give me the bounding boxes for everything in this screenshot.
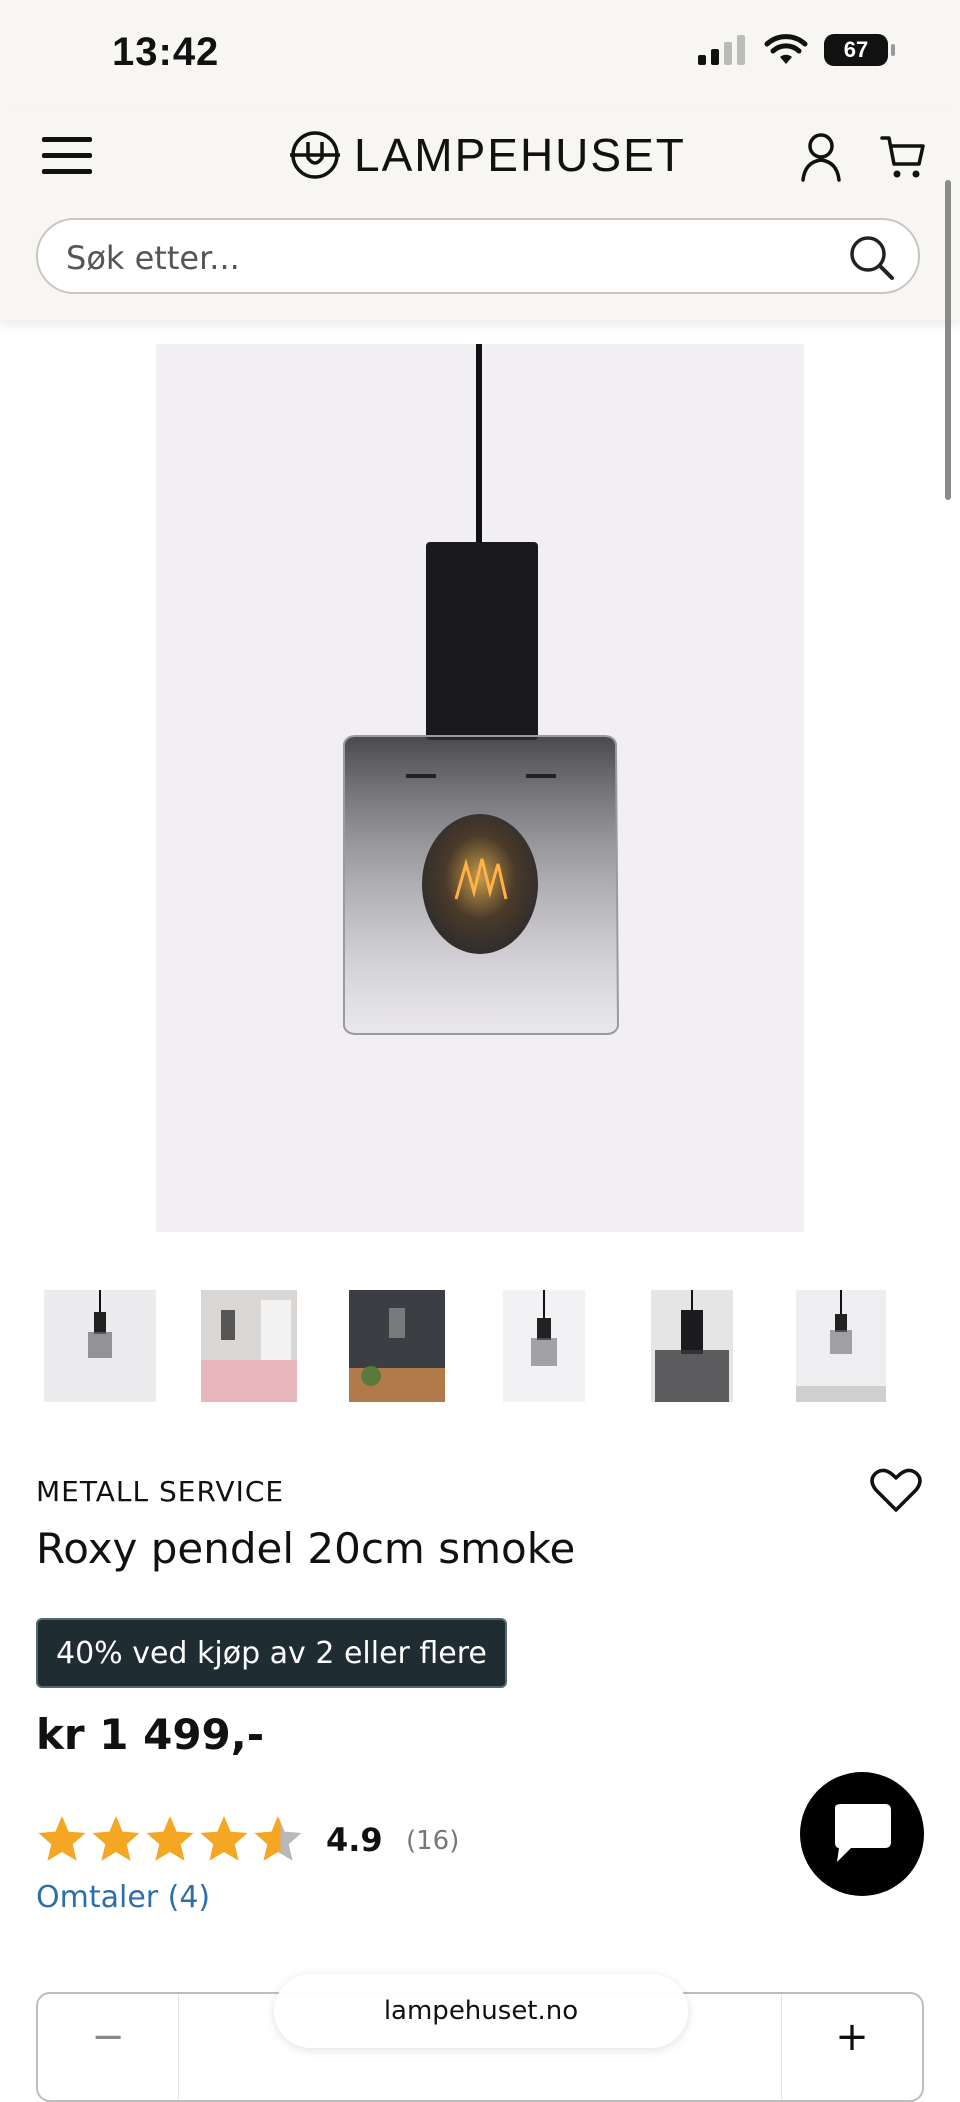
thumbnail-2[interactable] xyxy=(201,1290,297,1402)
half-star-icon xyxy=(254,1816,302,1861)
rating-count: (16) xyxy=(406,1826,460,1856)
chat-button[interactable] xyxy=(800,1772,924,1896)
reviews-link[interactable]: Omtaler (4) xyxy=(36,1880,210,1915)
thumbnail-4[interactable] xyxy=(503,1290,585,1402)
thumbnail-5[interactable] xyxy=(651,1290,733,1402)
star-icon xyxy=(38,1816,86,1861)
star-icon xyxy=(92,1816,140,1861)
thumbnail-1[interactable] xyxy=(44,1290,156,1402)
logo-text: LAMPEHUSET xyxy=(354,129,686,181)
status-bar: 13:42 67 xyxy=(0,0,960,112)
thumbnail-6[interactable] xyxy=(796,1290,886,1402)
browser-url-bar[interactable]: lampehuset.no xyxy=(274,1974,688,2048)
search-input[interactable] xyxy=(64,230,828,286)
rating-value: 4.9 xyxy=(326,1821,383,1859)
signal-icon xyxy=(698,35,745,65)
cart-icon[interactable] xyxy=(880,132,926,180)
search-icon[interactable] xyxy=(848,234,896,282)
heart-icon[interactable] xyxy=(870,1468,922,1514)
product-price: kr 1 499,- xyxy=(36,1710,265,1759)
menu-icon[interactable] xyxy=(42,130,92,180)
rating-stars xyxy=(36,1814,304,1864)
status-time: 13:42 xyxy=(112,30,220,74)
page-scrollbar[interactable] xyxy=(945,180,951,500)
account-icon[interactable] xyxy=(800,132,842,182)
quantity-increase-button[interactable]: + xyxy=(781,1994,922,2100)
chat-bubble-icon xyxy=(835,1804,891,1862)
product-brand[interactable]: METALL SERVICE xyxy=(36,1475,284,1508)
pendant-lamp-illustration xyxy=(343,344,620,1035)
product-title: Roxy pendel 20cm smoke xyxy=(36,1524,576,1573)
lampehuset-logo-icon xyxy=(290,131,340,179)
star-icon xyxy=(200,1816,248,1861)
site-logo[interactable]: LAMPEHUSET xyxy=(286,128,686,182)
thumbnail-3[interactable] xyxy=(349,1290,445,1402)
star-icon xyxy=(146,1816,194,1861)
main-product-image[interactable] xyxy=(156,344,804,1232)
thumbnail-strip xyxy=(0,1290,960,1402)
search-bar xyxy=(36,218,920,294)
site-header: LAMPEHUSET xyxy=(0,112,960,320)
wifi-icon xyxy=(764,34,808,64)
promo-badge: 40% ved kjøp av 2 eller flere xyxy=(36,1618,507,1688)
status-icons: 67 xyxy=(698,34,895,66)
quantity-decrease-button[interactable]: − xyxy=(38,1994,179,2100)
battery-indicator: 67 xyxy=(824,34,895,66)
